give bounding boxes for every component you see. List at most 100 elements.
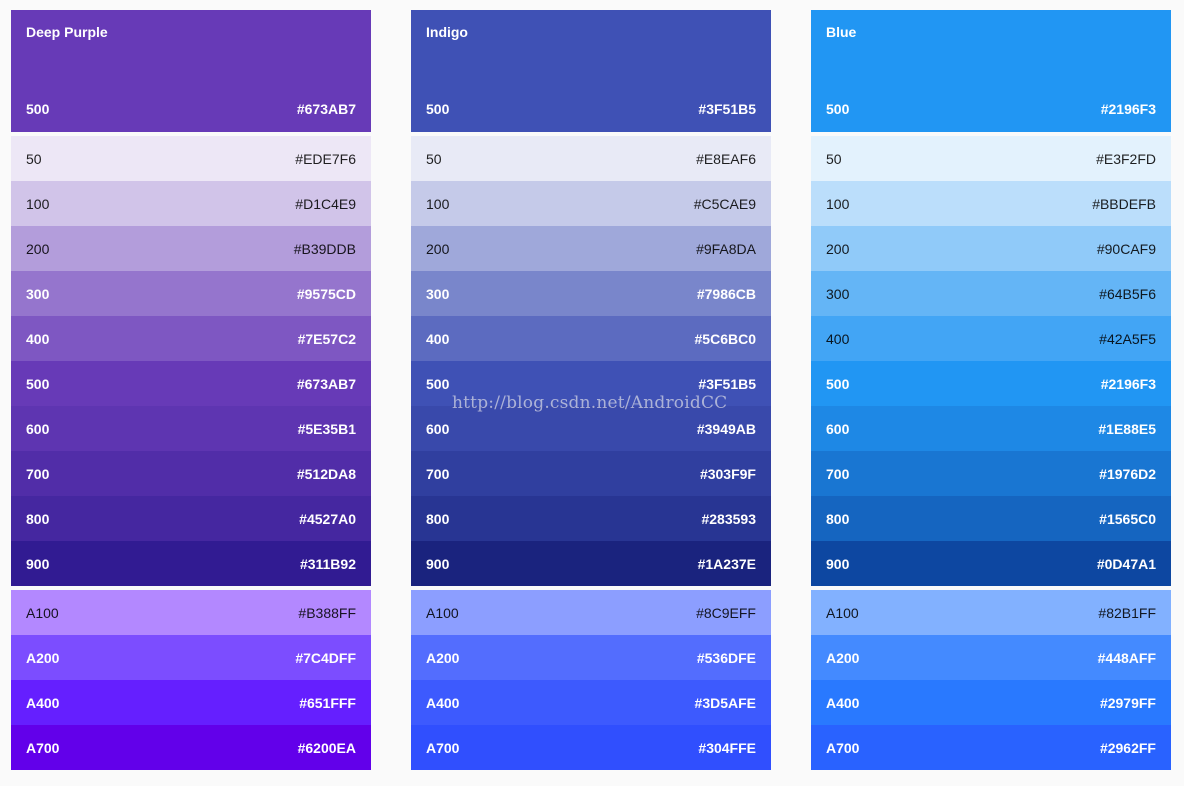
color-swatch-300[interactable]: 300 #64B5F6 xyxy=(811,271,1171,316)
color-swatch-400[interactable]: 400 #5C6BC0 xyxy=(411,316,771,361)
shade-label: 500 xyxy=(426,375,450,392)
palette-indigo: Indigo 500 #3F51B5 50 #E8EAF6 100 #C5CAE9 200 #9… xyxy=(411,10,771,770)
hex-value: #283593 xyxy=(701,510,756,527)
color-palettes: Deep Purple 500 #673AB7 50 #EDE7F6 100 #D1C4E9… xyxy=(0,0,1184,786)
hex-value: #303F9F xyxy=(699,465,756,482)
color-swatch-a400[interactable]: A400 #3D5AFE xyxy=(411,680,771,725)
color-swatch-a400[interactable]: A400 #2979FF xyxy=(811,680,1171,725)
color-swatch-500[interactable]: 500 #3F51B5 xyxy=(411,361,771,406)
color-swatch-800[interactable]: 800 #4527A0 xyxy=(11,496,371,541)
color-swatch-300[interactable]: 300 #9575CD xyxy=(11,271,371,316)
shade-label: A200 xyxy=(826,649,860,666)
hex-value: #2962FF xyxy=(1099,739,1156,756)
hex-value: #512DA8 xyxy=(296,465,356,482)
color-swatch-a400[interactable]: A400 #651FFF xyxy=(11,680,371,725)
color-swatch-600[interactable]: 600 #5E35B1 xyxy=(11,406,371,451)
hex-value: #311B92 xyxy=(299,555,356,572)
hex-value: #D1C4E9 xyxy=(295,195,356,212)
color-swatch-a200[interactable]: A200 #536DFE xyxy=(411,635,771,680)
hex-value: #7E57C2 xyxy=(297,330,356,347)
primary-shade-label: 500 xyxy=(426,101,450,117)
shade-label: 400 xyxy=(26,330,50,347)
shade-label: 500 xyxy=(826,375,850,392)
color-swatch-800[interactable]: 800 #283593 xyxy=(411,496,771,541)
primary-swatch[interactable]: Blue 500 #2196F3 xyxy=(811,10,1171,132)
color-swatch-a700[interactable]: A700 #6200EA xyxy=(11,725,371,770)
color-swatch-100[interactable]: 100 #D1C4E9 xyxy=(11,181,371,226)
shade-label: 900 xyxy=(26,555,50,572)
shade-label: 600 xyxy=(26,420,50,437)
color-swatch-600[interactable]: 600 #3949AB xyxy=(411,406,771,451)
shade-label: 400 xyxy=(426,330,450,347)
primary-hex-value: #673AB7 xyxy=(296,101,356,117)
shade-label: 800 xyxy=(26,510,50,527)
shade-label: A100 xyxy=(826,604,859,621)
color-swatch-900[interactable]: 900 #311B92 xyxy=(11,541,371,586)
palette-name: Indigo xyxy=(426,24,468,40)
color-swatch-a100[interactable]: A100 #8C9EFF xyxy=(411,590,771,635)
hex-value: #5C6BC0 xyxy=(694,330,756,347)
color-swatch-50[interactable]: 50 #E3F2FD xyxy=(811,136,1171,181)
color-swatch-100[interactable]: 100 #C5CAE9 xyxy=(411,181,771,226)
shade-label: A100 xyxy=(426,604,459,621)
color-swatch-900[interactable]: 900 #0D47A1 xyxy=(811,541,1171,586)
shade-label: 100 xyxy=(26,195,50,212)
shade-label: 100 xyxy=(426,195,450,212)
color-swatch-700[interactable]: 700 #303F9F xyxy=(411,451,771,496)
primary-swatch[interactable]: Indigo 500 #3F51B5 xyxy=(411,10,771,132)
shade-label: 900 xyxy=(426,555,450,572)
color-swatch-200[interactable]: 200 #B39DDB xyxy=(11,226,371,271)
hex-value: #1976D2 xyxy=(1099,465,1156,482)
color-swatch-900[interactable]: 900 #1A237E xyxy=(411,541,771,586)
color-swatch-800[interactable]: 800 #1565C0 xyxy=(811,496,1171,541)
color-swatch-500[interactable]: 500 #2196F3 xyxy=(811,361,1171,406)
color-swatch-100[interactable]: 100 #BBDEFB xyxy=(811,181,1171,226)
shade-label: A200 xyxy=(426,649,460,666)
palette-deep-purple: Deep Purple 500 #673AB7 50 #EDE7F6 100 #D1C4E9… xyxy=(11,10,371,770)
color-swatch-700[interactable]: 700 #1976D2 xyxy=(811,451,1171,496)
hex-value: #BBDEFB xyxy=(1092,195,1156,212)
hex-value: #448AFF xyxy=(1097,649,1156,666)
shade-label: 200 xyxy=(26,240,50,257)
hex-value: #1A237E xyxy=(697,555,756,572)
color-swatch-500[interactable]: 500 #673AB7 xyxy=(11,361,371,406)
color-swatch-a100[interactable]: A100 #B388FF xyxy=(11,590,371,635)
color-swatch-300[interactable]: 300 #7986CB xyxy=(411,271,771,316)
shade-label: A700 xyxy=(26,739,60,756)
hex-value: #E3F2FD xyxy=(1096,150,1156,167)
shade-label: 300 xyxy=(826,285,850,302)
hex-value: #E8EAF6 xyxy=(696,150,756,167)
color-swatch-700[interactable]: 700 #512DA8 xyxy=(11,451,371,496)
color-swatch-a700[interactable]: A700 #304FFE xyxy=(411,725,771,770)
shade-label: A100 xyxy=(26,604,59,621)
shade-label: 800 xyxy=(826,510,850,527)
hex-value: #0D47A1 xyxy=(1096,555,1156,572)
color-swatch-a100[interactable]: A100 #82B1FF xyxy=(811,590,1171,635)
hex-value: #536DFE xyxy=(696,649,756,666)
shade-label: 200 xyxy=(426,240,450,257)
color-swatch-600[interactable]: 600 #1E88E5 xyxy=(811,406,1171,451)
shade-label: A400 xyxy=(426,694,460,711)
color-swatch-200[interactable]: 200 #90CAF9 xyxy=(811,226,1171,271)
shade-label: 600 xyxy=(426,420,450,437)
color-swatch-a200[interactable]: A200 #448AFF xyxy=(811,635,1171,680)
color-swatch-400[interactable]: 400 #42A5F5 xyxy=(811,316,1171,361)
shade-label: 50 xyxy=(426,150,442,167)
primary-swatch[interactable]: Deep Purple 500 #673AB7 xyxy=(11,10,371,132)
color-swatch-200[interactable]: 200 #9FA8DA xyxy=(411,226,771,271)
hex-value: #3D5AFE xyxy=(694,694,756,711)
palette-name: Blue xyxy=(826,24,857,40)
color-swatch-a200[interactable]: A200 #7C4DFF xyxy=(11,635,371,680)
color-swatch-400[interactable]: 400 #7E57C2 xyxy=(11,316,371,361)
hex-value: #B388FF xyxy=(298,604,356,621)
hex-value: #9FA8DA xyxy=(696,240,756,257)
primary-hex-value: #3F51B5 xyxy=(698,101,756,117)
shade-label: A700 xyxy=(426,739,460,756)
shade-label: 200 xyxy=(826,240,850,257)
color-swatch-50[interactable]: 50 #E8EAF6 xyxy=(411,136,771,181)
color-swatch-a700[interactable]: A700 #2962FF xyxy=(811,725,1171,770)
hex-value: #5E35B1 xyxy=(297,420,356,437)
hex-value: #1E88E5 xyxy=(1098,420,1156,437)
color-swatch-50[interactable]: 50 #EDE7F6 xyxy=(11,136,371,181)
primary-shade-label: 500 xyxy=(826,101,850,117)
